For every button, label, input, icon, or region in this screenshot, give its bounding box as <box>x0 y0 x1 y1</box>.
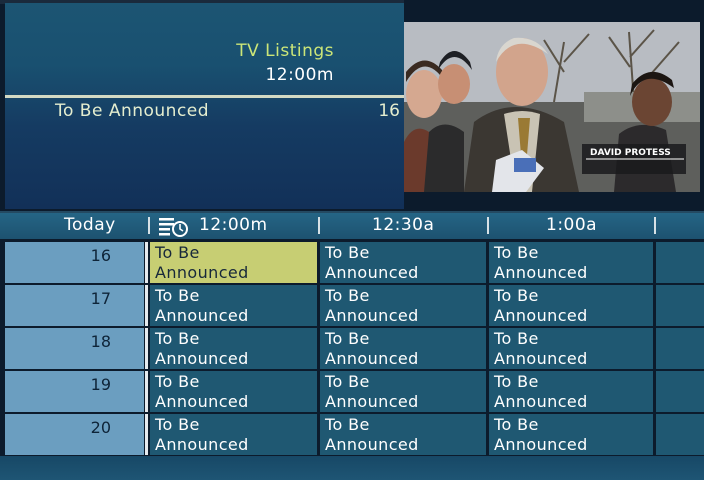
grid-row-16: 16 To Be Announced To Be Announced To Be An… <box>0 242 704 283</box>
program-cell[interactable]: To Be Announced <box>150 414 317 455</box>
time-separator <box>654 217 656 234</box>
channel-divider <box>145 328 148 369</box>
video-caption-name: DAVID PROTESS <box>590 148 671 158</box>
channel-number: 20 <box>90 418 111 437</box>
program-cell-continuation[interactable] <box>656 371 704 412</box>
channel-cell[interactable]: 16 <box>5 242 144 283</box>
time-separator <box>318 217 320 234</box>
clock-list-icon <box>159 218 188 237</box>
program-cell[interactable]: To Be Announced <box>489 285 653 326</box>
grid-row-18: 18 To Be Announced To Be Announced To Be An… <box>0 328 704 369</box>
selected-channel-number: 16 <box>378 101 400 121</box>
channel-divider <box>145 414 148 455</box>
program-cell[interactable]: To Be Announced <box>320 371 486 412</box>
program-cell[interactable]: To Be Announced <box>320 285 486 326</box>
live-video-preview[interactable]: DAVID PROTESS <box>404 22 700 192</box>
program-cell[interactable]: To Be Announced <box>489 414 653 455</box>
channel-divider <box>145 242 148 283</box>
channel-cell[interactable]: 19 <box>5 371 144 412</box>
grid-row-17: 17 To Be Announced To Be Announced To Be An… <box>0 285 704 326</box>
grid-row-19: 19 To Be Announced To Be Announced To Be An… <box>0 371 704 412</box>
program-cell[interactable]: To Be Announced <box>320 328 486 369</box>
day-label: Today <box>64 215 116 235</box>
program-cell[interactable]: To Be Announced <box>320 242 486 283</box>
time-slot-1: 12:00m <box>199 215 268 235</box>
program-cell-continuation[interactable] <box>656 285 704 326</box>
program-cell[interactable]: To Be Announced <box>150 285 317 326</box>
program-cell-continuation[interactable] <box>656 242 704 283</box>
grid-row-20: 20 To Be Announced To Be Announced To Be An… <box>0 414 704 455</box>
time-separator <box>487 217 489 234</box>
program-cell[interactable]: To Be Announced <box>150 371 317 412</box>
program-cell[interactable]: To Be Announced <box>489 328 653 369</box>
program-cell-continuation[interactable] <box>656 414 704 455</box>
channel-cell[interactable]: 20 <box>5 414 144 455</box>
current-time: 12:00m <box>265 65 334 85</box>
program-cell[interactable]: To Be Announced <box>489 242 653 283</box>
channel-number: 16 <box>90 246 111 265</box>
page-title: TV Listings <box>236 41 334 61</box>
time-slot-2: 12:30a <box>372 215 435 235</box>
program-cell-continuation[interactable] <box>656 328 704 369</box>
channel-number: 17 <box>90 289 111 308</box>
channel-number: 18 <box>90 332 111 351</box>
program-cell-selected[interactable]: To Be Announced <box>150 242 317 283</box>
program-cell[interactable]: To Be Announced <box>489 371 653 412</box>
time-separator <box>148 217 150 234</box>
program-cell[interactable]: To Be Announced <box>320 414 486 455</box>
channel-cell[interactable]: 18 <box>5 328 144 369</box>
channel-divider <box>145 371 148 412</box>
video-scene: DAVID PROTESS <box>404 22 700 192</box>
info-divider <box>5 95 404 98</box>
info-panel: TV Listings 12:00m To Be Announced 16 <box>5 3 404 209</box>
channel-number: 19 <box>90 375 111 394</box>
video-frame-bottom <box>404 192 704 209</box>
channel-divider <box>145 285 148 326</box>
bottom-bar <box>0 456 704 480</box>
channel-cell[interactable]: 17 <box>5 285 144 326</box>
program-cell[interactable]: To Be Announced <box>150 328 317 369</box>
selected-program-title: To Be Announced <box>55 101 210 121</box>
time-slot-3: 1:00a <box>546 215 598 235</box>
video-frame-top <box>404 0 704 22</box>
time-bar: Today 12:00m 12:30a 1:00a <box>0 213 704 239</box>
